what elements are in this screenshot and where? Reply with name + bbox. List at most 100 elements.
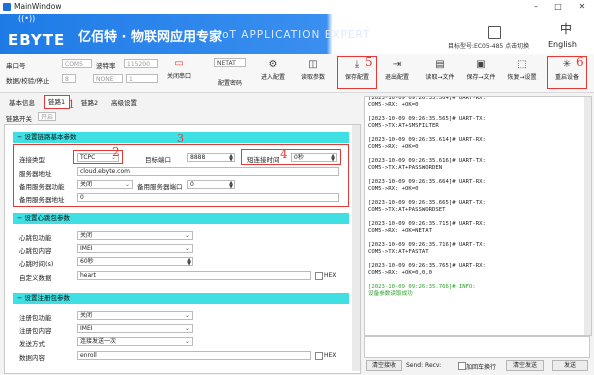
register-content-select[interactable]: IMEI ⌄	[77, 324, 193, 333]
stop-bits-select[interactable]: 1	[126, 74, 158, 83]
data-bits-label: 数据/校验/停止	[6, 77, 50, 85]
log-line: COM5->RX: +OK=NETAT	[368, 228, 432, 234]
heartbeat-time-value: 60秒	[80, 258, 94, 265]
log-line: [2023-10-09 09:26:35.664]# UART-RX:	[368, 179, 486, 185]
marker-2: 2	[112, 145, 120, 159]
register-hex-checkbox[interactable]	[315, 352, 323, 360]
download-icon: ⤓	[354, 59, 360, 70]
read-file-button[interactable]: ▤ 读取→文件	[423, 59, 457, 81]
read-file-label: 读取→文件	[425, 74, 455, 81]
spin-icon: ▲ ▼	[229, 153, 233, 163]
tab-link2[interactable]: 链路2	[78, 98, 101, 108]
heartbeat-time-input[interactable]: 60秒 ▲ ▼	[77, 257, 193, 267]
log-line: COM5->RX: +OK=0	[368, 144, 419, 150]
minimize-button[interactable]: –	[526, 1, 546, 13]
clear-send-button[interactable]: 清空发送	[506, 360, 544, 371]
read-params-label: 读取参数	[300, 74, 325, 81]
log-line: 设备参数读取成功	[368, 291, 413, 297]
heartbeat-content-value: IMEI	[80, 245, 93, 252]
config-password-label: 配置密码	[218, 80, 243, 87]
loading-icon: ✳	[562, 59, 572, 70]
settings-scrollbar[interactable]	[352, 125, 360, 371]
chevron-down-icon: ⌄	[184, 245, 190, 252]
log-panel[interactable]: [2023-10-09 09:26:35.564]# UART-RX: COM5-…	[364, 96, 592, 336]
log-line: COM5->TX:AT+PASSWORDEN	[368, 165, 443, 171]
register-func-select[interactable]: 关闭 ⌄	[77, 311, 193, 320]
enter-config-button[interactable]: ⚙ 进入配置	[256, 59, 290, 81]
section-title: 设置链路基本参数	[24, 133, 77, 141]
tab-basic-info[interactable]: 基本信息	[6, 98, 38, 108]
chevron-down-icon: ⌄	[184, 232, 190, 239]
maximize-button[interactable]: □	[548, 1, 568, 13]
heartbeat-hex-label: HEX	[324, 272, 337, 279]
heartbeat-content-select[interactable]: IMEI ⌄	[77, 244, 193, 253]
tab-link1[interactable]: 链路1	[44, 95, 70, 109]
backup-addr-input[interactable]: 0	[77, 193, 339, 202]
language-switch[interactable]: English	[548, 40, 577, 49]
send-input[interactable]	[364, 336, 590, 358]
data-bits-select[interactable]: 8	[62, 74, 76, 83]
serial-port-icon: ▭	[174, 58, 184, 69]
log-line: [2023-10-09 09:26:35.616]# UART-TX:	[368, 158, 486, 164]
link-switch-select[interactable]: 开启	[38, 112, 56, 121]
tab-advanced[interactable]: 高级设置	[108, 98, 140, 108]
log-line: [2023-10-09 09:26:35.766]# INFO:	[368, 284, 476, 290]
register-content-label: 注册包内容	[19, 327, 52, 335]
heartbeat-time-label: 心跳时间(s)	[19, 260, 54, 268]
banner: ((•)) EBYTE 亿佰特 · 物联网应用专家 IoT APPLICATIO…	[0, 14, 594, 54]
send-area: 清空接收 Send: Recv: 加回车换行 清空发送 发送	[364, 336, 590, 372]
title-bar: MainWindow – □ ✕	[0, 0, 594, 15]
parity-select[interactable]: NONE	[93, 74, 123, 83]
close-port-button[interactable]: ▭ 关闭串口	[162, 58, 196, 80]
register-hex-label: HEX	[324, 352, 337, 359]
read-params-button[interactable]: ◫ 读取参数	[296, 59, 330, 81]
baud-rate-select[interactable]: 115200	[124, 59, 158, 68]
close-port-label: 关闭串口	[166, 73, 191, 80]
close-button[interactable]: ✕	[572, 1, 592, 13]
chevron-down-icon: ⌄	[184, 325, 190, 332]
switch-module-icon[interactable]	[488, 26, 501, 39]
exit-config-button[interactable]: ⇥ 退出配置	[380, 59, 414, 81]
backup-func-label: 备用服务器功能	[19, 183, 65, 191]
backup-func-select[interactable]: 关闭 ⌄	[77, 180, 133, 189]
config-password-input[interactable]: NETAT	[214, 58, 246, 67]
send-mode-select[interactable]: 连接发送一次 ⌄	[77, 337, 193, 346]
custom-data-input[interactable]: heart	[77, 271, 311, 280]
backup-port-input[interactable]: 0 ▲ ▼	[187, 180, 235, 190]
serial-port-select[interactable]: COM5	[62, 59, 92, 68]
conn-type-label: 连接类型	[19, 156, 45, 164]
clear-recv-button[interactable]: 清空接收	[366, 360, 402, 371]
heartbeat-func-value: 关闭	[80, 232, 93, 239]
heartbeat-hex-checkbox[interactable]	[315, 272, 323, 280]
send-button[interactable]: 发送	[552, 360, 588, 371]
log-line: [2023-10-09 09:26:35.614]# UART-RX:	[368, 137, 486, 143]
heartbeat-func-select[interactable]: 关闭 ⌄	[77, 231, 193, 240]
save-file-button[interactable]: ▣ 保存→文件	[464, 59, 498, 81]
short-conn-input[interactable]: 0秒 ▲ ▼	[291, 153, 337, 163]
exit-config-label: 退出配置	[384, 74, 409, 81]
log-scrollbar[interactable]	[584, 97, 591, 335]
backup-port-value: 0	[190, 181, 194, 188]
restore-icon: ⬚	[517, 59, 527, 70]
server-addr-input[interactable]: cloud.ebyte.com	[77, 167, 339, 176]
language-icon[interactable]: 中	[560, 20, 572, 37]
app-icon	[3, 3, 11, 11]
wifi-wave-icon: ((•))	[18, 14, 36, 23]
restore-settings-button[interactable]: ⬚ 恢复→设置	[505, 59, 539, 81]
log-line: COM5->RX: +OK=0	[368, 102, 419, 108]
register-func-label: 注册包功能	[19, 314, 52, 322]
restore-settings-label: 恢复→设置	[507, 74, 537, 81]
short-conn-label: 短连接时间	[247, 156, 280, 164]
module-switch-link[interactable]: 目标型号:EC05-485 点击切换	[448, 41, 529, 50]
conn-type-value: TCPC	[80, 154, 96, 161]
target-port-label: 目标端口	[145, 156, 171, 164]
chevron-down-icon: ⌄	[184, 312, 190, 319]
chevron-down-icon: ⌄	[184, 338, 190, 345]
target-port-input[interactable]: 8888 ▲ ▼	[187, 153, 235, 163]
data-content-input[interactable]: enroll	[77, 351, 311, 360]
add-crlf-checkbox[interactable]	[458, 362, 466, 370]
